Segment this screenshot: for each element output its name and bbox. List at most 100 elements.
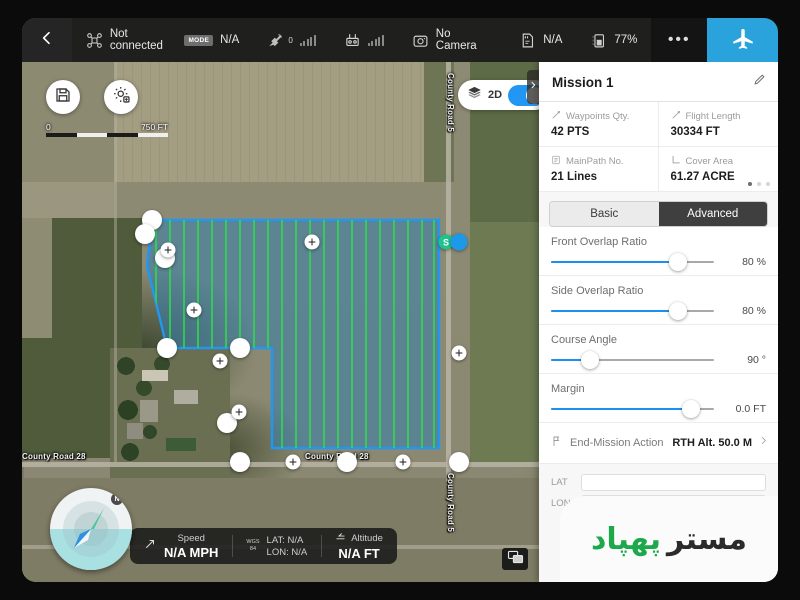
attitude-compass-widget[interactable]: N: [50, 488, 132, 570]
waypoint-icon: [551, 110, 561, 123]
flightpath-icon: [671, 110, 681, 123]
battery-label: 77%: [614, 34, 638, 46]
compass-north-badge: N: [111, 493, 123, 505]
page-dot[interactable]: [766, 182, 770, 186]
mission-mode-tabs: Basic Advanced: [549, 201, 768, 227]
tab-basic[interactable]: Basic: [550, 202, 659, 226]
camera-label: No Camera: [435, 28, 477, 52]
stat-flight-length: Flight Length 30334 FT: [658, 102, 778, 147]
polygon-midpoint-handle[interactable]: [285, 454, 301, 470]
gps-signal-bars: [299, 34, 316, 46]
save-mission-button[interactable]: [46, 80, 80, 114]
end-mission-value: RTH Alt. 50.0 M: [672, 437, 752, 449]
longitude-value: LON: N/A: [266, 546, 308, 558]
control-margin: Margin 0.0 FT: [539, 374, 778, 423]
picture-in-picture-toggle[interactable]: [502, 548, 528, 570]
map-building: [140, 400, 158, 422]
map-building: [142, 370, 168, 381]
polygon-vertex-handle[interactable]: [135, 224, 155, 244]
mission-title-row: Mission 1: [539, 62, 778, 102]
storage-label: N/A: [543, 34, 563, 46]
polygon-midpoint-handle[interactable]: [395, 454, 411, 470]
tablet-device-frame: County Road 5 County Road 5 County Road …: [0, 0, 800, 600]
polygon-midpoint-handle[interactable]: [231, 404, 247, 420]
back-button[interactable]: [22, 18, 72, 62]
margin-slider[interactable]: [551, 400, 714, 418]
end-mission-action-row[interactable]: End-Mission Action RTH Alt. 50.0 M: [539, 423, 778, 464]
mission-end-marker[interactable]: [450, 233, 468, 251]
chevron-right-icon: [529, 78, 537, 96]
camera-icon: [412, 32, 429, 49]
side-overlap-slider[interactable]: [551, 302, 714, 320]
save-icon: [54, 86, 72, 109]
polygon-vertex-handle[interactable]: [157, 338, 177, 358]
view-mode-label: 2D: [488, 89, 503, 101]
course-angle-slider[interactable]: [551, 351, 714, 369]
panel-collapse-button[interactable]: [527, 70, 539, 104]
margin-value: 0.0 FT: [735, 403, 766, 415]
polygon-midpoint-handle[interactable]: [160, 242, 176, 258]
coord-system-wgs: WGS: [246, 539, 260, 546]
telemetry-bar: Speed N/A MPH WGS 84 LAT: N/A LON: N/A A…: [130, 528, 397, 564]
front-overlap-slider[interactable]: [551, 253, 714, 271]
speed-label: Speed: [177, 532, 205, 544]
polygon-midpoint-handle[interactable]: [451, 345, 467, 361]
polygon-vertex-handle[interactable]: [230, 338, 250, 358]
coord-system-label: WGS 84: [246, 539, 259, 553]
tab-advanced[interactable]: Advanced: [658, 202, 767, 226]
fly-button[interactable]: [707, 18, 778, 62]
polygon-vertex-handle[interactable]: [337, 452, 357, 472]
page-dot[interactable]: [748, 182, 752, 186]
pencil-icon[interactable]: [753, 73, 766, 91]
speed-value: N/A MPH: [164, 544, 219, 560]
watermark-mark: پهپاد: [591, 521, 661, 557]
battery-status[interactable]: 77%: [576, 18, 651, 62]
course-angle-label: Course Angle: [551, 334, 618, 346]
polygon-midpoint-handle[interactable]: [212, 353, 228, 369]
mainpath-icon: [551, 155, 561, 168]
camera-status[interactable]: No Camera: [398, 18, 505, 62]
stat-flight-length-label: Flight Length: [685, 111, 741, 122]
telemetry-coordinates: WGS 84 LAT: N/A LON: N/A: [232, 528, 321, 564]
stat-waypoints-value: 42 PTS: [551, 126, 590, 138]
altitude-label: Altitude: [351, 532, 383, 544]
speed-icon: [144, 537, 156, 555]
scale-max-label: 750 FT: [141, 122, 168, 132]
page-dot[interactable]: [757, 182, 761, 186]
telemetry-altitude: Altitude N/A FT: [321, 528, 397, 564]
controller-status[interactable]: [330, 18, 398, 62]
drone-connection-status[interactable]: Not connected MODE N/A: [72, 18, 253, 62]
controller-icon: [344, 32, 361, 49]
telemetry-speed: Speed N/A MPH: [130, 528, 232, 564]
layers-icon: [467, 85, 482, 105]
control-side-overlap: Side Overlap Ratio 80 %: [539, 276, 778, 325]
storage-status[interactable]: N/A: [505, 18, 576, 62]
top-status-bar: Not connected MODE N/A 0 No Camera N/A 7…: [22, 18, 778, 62]
front-overlap-value: 80 %: [742, 256, 766, 268]
map-building: [166, 438, 196, 451]
stats-page-dots[interactable]: [748, 182, 770, 186]
margin-label: Margin: [551, 383, 585, 395]
flag-icon: [551, 434, 563, 452]
polygon-vertex-handle[interactable]: [449, 452, 469, 472]
polygon-midpoint-handle[interactable]: [186, 302, 202, 318]
side-overlap-label: Side Overlap Ratio: [551, 285, 644, 297]
connection-label: Not connected: [109, 28, 163, 52]
gps-status[interactable]: 0: [253, 18, 329, 62]
latitude-row: LAT: [551, 474, 766, 491]
polygon-midpoint-handle[interactable]: [304, 234, 320, 250]
latitude-label: LAT: [551, 477, 568, 488]
more-options-button[interactable]: •••: [651, 18, 708, 62]
map-road: [446, 62, 451, 482]
app-screen: County Road 5 County Road 5 County Road …: [22, 18, 778, 582]
picture-in-picture-icon: [507, 550, 524, 569]
latitude-input[interactable]: [581, 474, 766, 491]
map-building: [127, 423, 143, 439]
area-icon: [671, 155, 681, 168]
mission-settings-button[interactable]: [104, 80, 138, 114]
control-front-overlap: Front Overlap Ratio 80 %: [539, 227, 778, 276]
polygon-vertex-handle[interactable]: [230, 452, 250, 472]
altitude-value: N/A FT: [338, 546, 380, 561]
map-scale-bar: 0 750 FT: [46, 122, 168, 137]
map-parcel: [22, 218, 52, 338]
